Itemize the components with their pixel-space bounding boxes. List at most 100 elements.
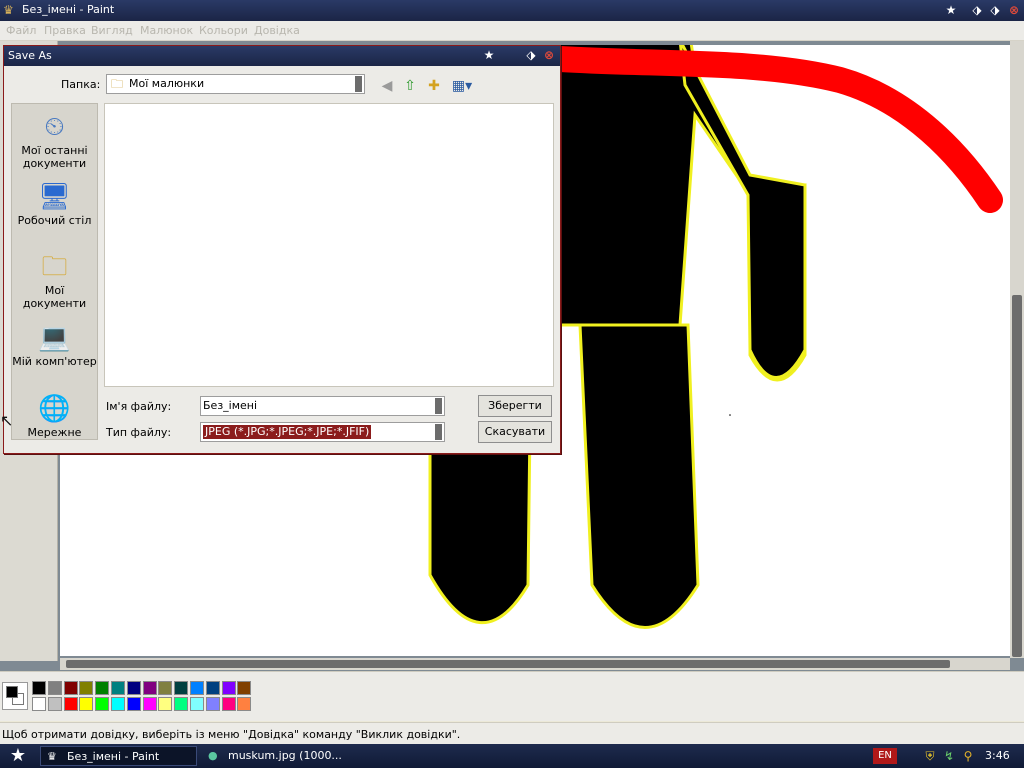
search-icon[interactable]: ⚲ [960,748,976,764]
save-as-dialog: Save As ★ ⬗ ⊗ Папка: 🗀 Мої малюнки ◀ ⇧ ✚… [3,45,561,454]
location-combo[interactable]: 🗀 Мої малюнки [106,74,365,94]
place-my-documents[interactable]: 🗀 Мої документи [12,250,97,310]
palette-swatch[interactable] [221,681,236,695]
pin-icon[interactable]: ★ [480,47,498,64]
palette-swatch[interactable] [142,697,157,711]
save-button[interactable]: Зберегти [478,395,552,417]
palette-swatch[interactable] [63,697,78,711]
palette-swatch[interactable] [158,681,173,695]
palette-swatch[interactable] [174,681,189,695]
image-viewer-task-icon: ● [208,749,218,762]
task-image-viewer-label: muskum.jpg (1000... [228,749,342,762]
recent-docs-icon: ⏲ [44,112,65,142]
menu-colors[interactable]: Кольори [199,24,248,38]
menu-view[interactable]: Вигляд [91,24,133,38]
figure-arm [679,45,807,379]
places-bar: ⏲ Мої останні документи 🖥 Робочий стіл 🗀… [11,103,98,440]
close-button[interactable]: ⊗ [1005,2,1023,19]
taskbar: ★ ♛ Без_імені - Paint ● muskum.jpg (1000..… [0,744,1024,768]
palette-swatch[interactable] [126,681,141,695]
vertical-scroll-thumb[interactable] [1012,295,1022,657]
task-paint[interactable]: ♛ Без_імені - Paint [40,746,197,766]
paint-app-icon: ♛ [3,3,14,17]
figure-left-leg [428,423,532,625]
start-button[interactable]: ★ [4,746,32,766]
view-menu-icon[interactable]: ▦▾ [449,76,475,96]
place-recent[interactable]: ⏲ Мої останні документи [12,110,97,170]
my-computer-icon: 💻 [38,323,71,353]
maximize-button[interactable]: ⬗ [986,2,1004,19]
up-folder-icon[interactable]: ⇧ [400,76,420,96]
palette-swatch[interactable] [63,681,78,695]
menu-file[interactable]: Файл [6,24,36,38]
horizontal-scroll-thumb[interactable] [66,660,950,668]
place-recent-label-2: документи [22,157,87,170]
figure-right-leg [578,323,700,629]
file-list[interactable] [104,103,554,387]
palette-swatch[interactable] [111,697,125,711]
palette-swatch[interactable] [205,681,220,695]
palette-swatch[interactable] [190,681,204,695]
task-image-viewer[interactable]: ● muskum.jpg (1000... [202,746,362,766]
filetype-label: Тип файлу: [106,426,172,439]
palette-swatch[interactable] [47,681,62,695]
palette-swatch[interactable] [32,681,46,695]
palette-swatch[interactable] [111,681,125,695]
new-folder-icon[interactable]: ✚ [424,76,444,96]
shield-icon[interactable]: ⛨ [922,748,938,764]
foreground-color-swatch [6,686,18,698]
place-my-documents-label: Мої документи [22,284,87,310]
place-desktop-label: Робочий стіл [17,214,92,227]
palette-swatch[interactable] [95,681,110,695]
place-my-computer-label: Мій комп'ютер [12,355,97,368]
menu-image[interactable]: Малюнок [140,24,193,38]
menu-edit[interactable]: Правка [44,24,86,38]
dialog-titlebar: Save As ★ ⬗ ⊗ [4,46,560,66]
pin-icon[interactable]: ★ [942,2,960,19]
back-icon[interactable]: ◀ [377,76,397,96]
palette-swatch[interactable] [174,697,189,711]
chevron-down-icon[interactable] [435,398,442,414]
filename-field[interactable]: Без_імені [200,396,445,416]
horizontal-scrollbar[interactable] [60,658,1010,670]
menu-help[interactable]: Довідка [254,24,300,38]
palette-swatch[interactable] [32,697,46,711]
palette-swatch[interactable] [237,681,252,695]
palette-swatch[interactable] [47,697,62,711]
dialog-title: Save As [8,49,52,62]
filename-value: Без_імені [203,399,258,412]
dialog-close-button[interactable]: ⊗ [540,47,558,64]
cancel-button[interactable]: Скасувати [478,421,552,443]
palette-swatch[interactable] [79,681,94,695]
place-desktop[interactable]: 🖥 Робочий стіл [12,180,97,227]
place-recent-label-1: Мої останні [21,144,88,157]
palette-swatch[interactable] [142,681,157,695]
palette-swatch[interactable] [158,697,173,711]
current-colors[interactable] [2,682,28,710]
desktop-icon: 🖥 [37,182,71,212]
palette-swatch[interactable] [221,697,236,711]
paint-task-icon: ♛ [47,750,57,763]
minimize-button[interactable]: ⬗ [968,2,986,19]
filetype-select[interactable]: JPEG (*.JPG;*.JPEG;*.JPE;*.JFIF) [200,422,445,442]
language-indicator[interactable]: EN [873,748,897,764]
place-network-label: Мережне [27,426,82,439]
chevron-down-icon[interactable] [355,76,362,92]
clock[interactable]: 3:46 [985,749,1010,763]
palette-swatch[interactable] [237,697,252,711]
palette-swatch[interactable] [205,697,220,711]
palette-swatch[interactable] [126,697,141,711]
vertical-scrollbar[interactable] [1010,41,1024,658]
location-label: Папка: [61,78,101,91]
dialog-help-button[interactable]: ⬗ [522,47,540,64]
place-network[interactable]: 🌐 Мережне [12,392,97,439]
chevron-down-icon[interactable] [435,424,442,440]
task-paint-label: Без_імені - Paint [67,750,160,763]
palette-swatch[interactable] [79,697,94,711]
network-tray-icon[interactable]: ↯ [941,748,957,764]
place-my-computer[interactable]: 💻 Мій комп'ютер [12,321,97,368]
mouse-cursor-icon: ↖ [0,411,14,430]
filetype-value: JPEG (*.JPG;*.JPEG;*.JPE;*.JFIF) [201,424,373,440]
palette-swatch[interactable] [190,697,204,711]
palette-swatch[interactable] [95,697,110,711]
